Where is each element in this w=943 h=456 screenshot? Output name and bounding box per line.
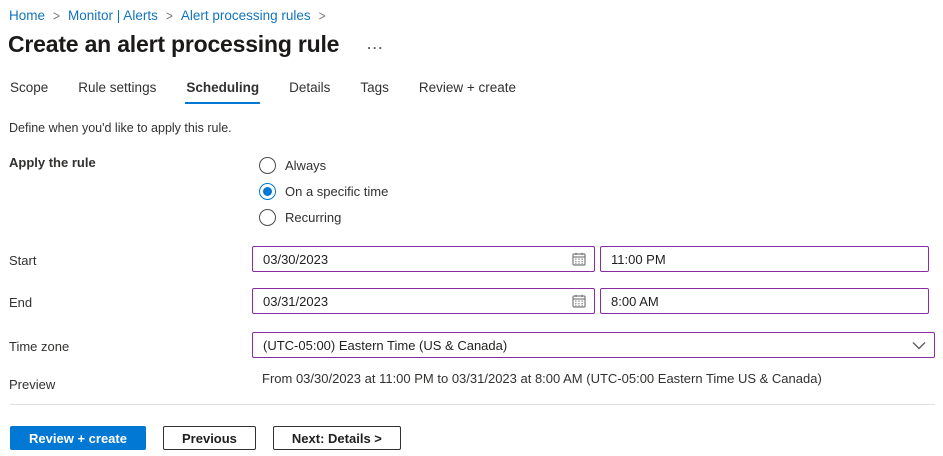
previous-button[interactable]: Previous — [163, 426, 256, 450]
tab-review-create[interactable]: Review + create — [418, 78, 517, 104]
tab-tags[interactable]: Tags — [359, 78, 390, 104]
footer-divider — [10, 404, 935, 405]
apply-the-rule-label: Apply the rule — [9, 155, 96, 170]
end-date-input[interactable]: 03/31/2023 — [252, 288, 595, 314]
calendar-icon[interactable] — [572, 252, 586, 266]
tab-bar: Scope Rule settings Scheduling Details T… — [9, 78, 517, 104]
apply-rule-radio-group: Always On a specific time Recurring — [259, 152, 388, 230]
create-alert-processing-rule-page: Home > Monitor | Alerts > Alert processi… — [0, 0, 943, 456]
tab-scope[interactable]: Scope — [9, 78, 49, 104]
radio-on-a-specific-time[interactable]: On a specific time — [259, 178, 388, 204]
page-title: Create an alert processing rule — [8, 31, 339, 58]
calendar-icon[interactable] — [572, 294, 586, 308]
breadcrumb-separator: > — [53, 7, 60, 23]
breadcrumb-separator: > — [319, 7, 326, 23]
radio-recurring[interactable]: Recurring — [259, 204, 388, 230]
radio-recurring-label: Recurring — [285, 210, 341, 225]
time-zone-value: (UTC-05:00) Eastern Time (US & Canada) — [263, 338, 912, 353]
breadcrumb-alert-processing-rules[interactable]: Alert processing rules — [181, 8, 311, 23]
breadcrumb-home[interactable]: Home — [9, 8, 45, 23]
end-label: End — [9, 295, 32, 310]
more-options-icon[interactable]: ... — [363, 35, 388, 54]
start-time-value: 11:00 PM — [611, 252, 920, 267]
radio-always[interactable]: Always — [259, 152, 388, 178]
end-time-input[interactable]: 8:00 AM — [600, 288, 929, 314]
radio-selected-icon — [259, 183, 276, 200]
end-date-value: 03/31/2023 — [263, 294, 572, 309]
time-zone-dropdown[interactable]: (UTC-05:00) Eastern Time (US & Canada) — [252, 332, 935, 358]
tab-rule-settings[interactable]: Rule settings — [77, 78, 157, 104]
start-date-input[interactable]: 03/30/2023 — [252, 246, 595, 272]
tab-details[interactable]: Details — [288, 78, 331, 104]
time-zone-label: Time zone — [9, 339, 69, 354]
end-time-value: 8:00 AM — [611, 294, 920, 309]
start-label: Start — [9, 253, 36, 268]
tab-scheduling[interactable]: Scheduling — [185, 78, 260, 104]
preview-label: Preview — [9, 377, 55, 392]
start-time-input[interactable]: 11:00 PM — [600, 246, 929, 272]
chevron-down-icon — [912, 341, 926, 350]
breadcrumb-separator: > — [166, 7, 173, 23]
radio-icon — [259, 157, 276, 174]
radio-always-label: Always — [285, 158, 326, 173]
start-date-value: 03/30/2023 — [263, 252, 572, 267]
radio-on-a-specific-time-label: On a specific time — [285, 184, 388, 199]
review-create-button[interactable]: Review + create — [10, 426, 146, 450]
footer-button-bar: Review + create Previous Next: Details > — [10, 426, 401, 450]
title-row: Create an alert processing rule ... — [8, 31, 388, 58]
breadcrumb: Home > Monitor | Alerts > Alert processi… — [9, 8, 326, 23]
preview-value: From 03/30/2023 at 11:00 PM to 03/31/202… — [262, 371, 822, 386]
breadcrumb-monitor-alerts[interactable]: Monitor | Alerts — [68, 8, 158, 23]
scheduling-description: Define when you'd like to apply this rul… — [9, 121, 232, 135]
radio-icon — [259, 209, 276, 226]
next-details-button[interactable]: Next: Details > — [273, 426, 401, 450]
